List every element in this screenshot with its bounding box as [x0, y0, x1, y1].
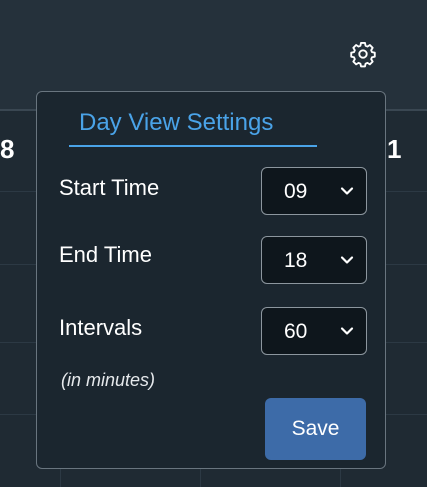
chevron-down-icon: [340, 256, 354, 264]
end-time-select[interactable]: 18: [261, 236, 367, 284]
intervals-select[interactable]: 60: [261, 307, 367, 355]
day-number-left: 8: [0, 134, 14, 164]
start-time-value: 09: [284, 180, 308, 203]
intervals-unit-note: (in minutes): [61, 370, 156, 390]
day-view-settings-popover: Day View Settings Start Time 09 End Time…: [36, 91, 386, 469]
end-time-value: 18: [284, 249, 308, 272]
end-time-label: End Time: [59, 242, 152, 267]
start-time-select[interactable]: 09: [261, 167, 367, 215]
title-underline: [69, 145, 317, 147]
gear-icon[interactable]: [349, 40, 377, 68]
popover-title: Day View Settings: [79, 109, 274, 136]
start-time-label: Start Time: [59, 175, 160, 200]
chevron-down-icon: [340, 187, 354, 195]
day-number-right: 1: [387, 134, 402, 164]
intervals-value: 60: [284, 320, 308, 343]
chevron-down-icon: [340, 327, 354, 335]
intervals-label: Intervals: [59, 315, 143, 340]
save-button[interactable]: Save: [265, 398, 366, 460]
